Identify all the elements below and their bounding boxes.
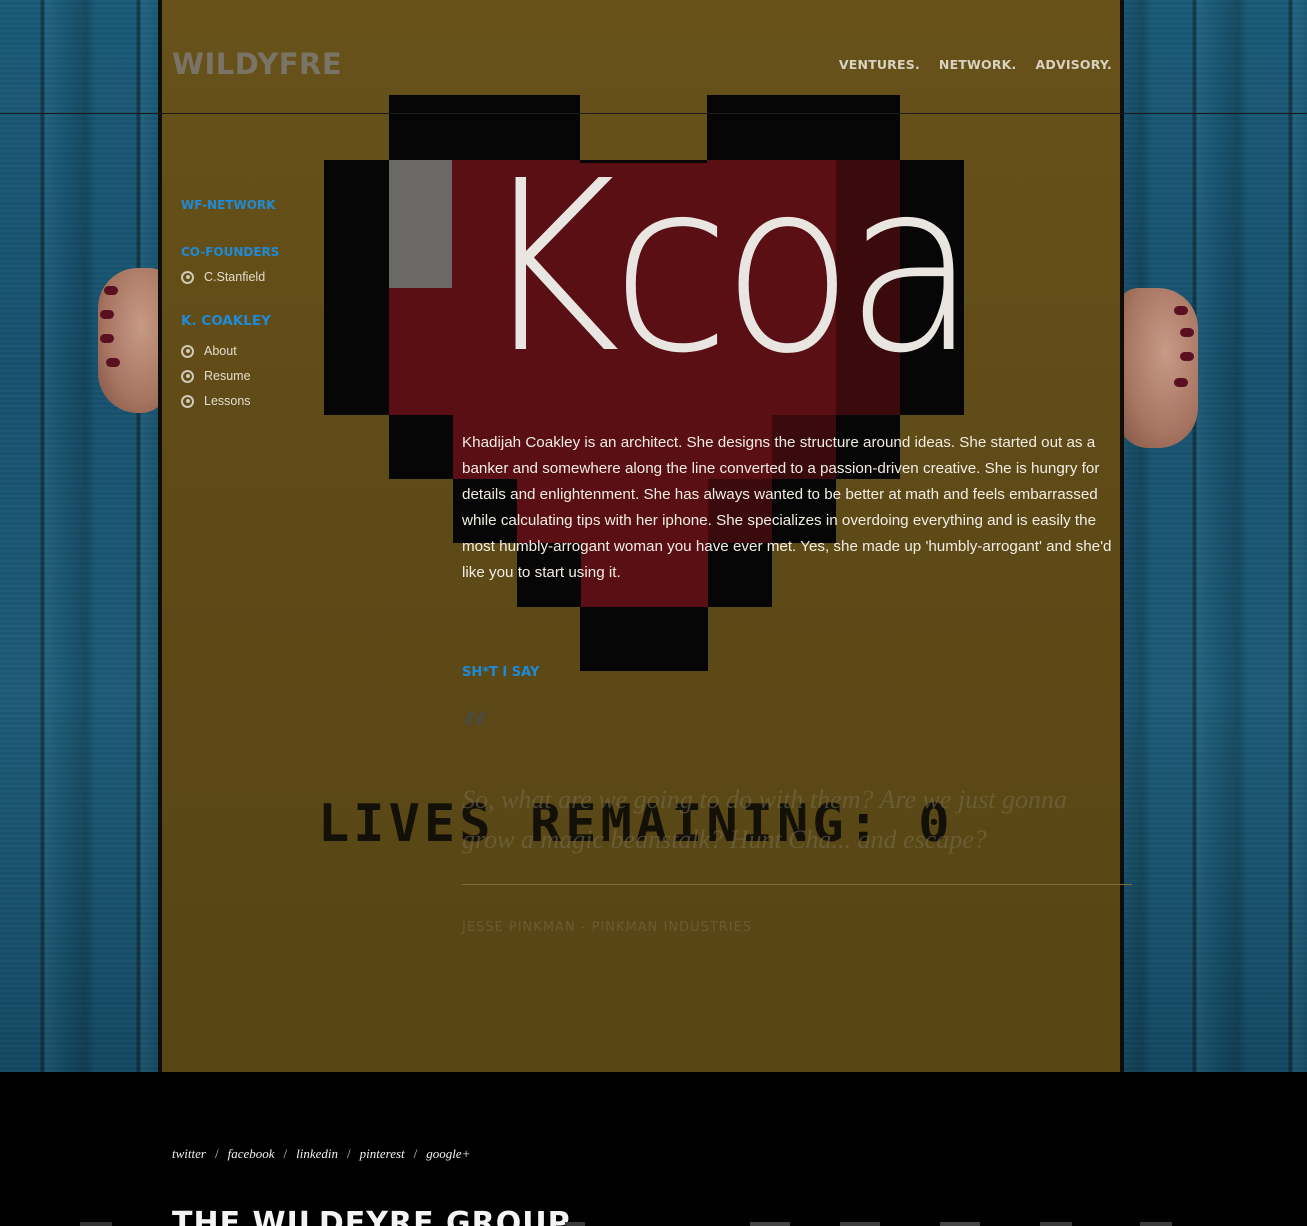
social-link-facebook[interactable]: facebook	[228, 1146, 275, 1162]
radio-ring-icon	[181, 344, 194, 358]
sidebar-item-resume[interactable]: Resume	[181, 369, 381, 383]
social-link-googleplus[interactable]: google+	[426, 1146, 470, 1162]
quote-section-heading: SH*T I SAY	[462, 665, 540, 680]
sidebar-item-label: C.Stanfield	[204, 270, 266, 284]
social-link-pinterest[interactable]: pinterest	[360, 1146, 405, 1162]
thumbnail-strip	[80, 1222, 1172, 1226]
social-link-linkedin[interactable]: linkedin	[296, 1146, 338, 1162]
site-header: WILDYFRE VENTURES. NETWORK. ADVISORY.	[0, 0, 1307, 114]
right-hand	[1118, 288, 1198, 448]
nav-advisory[interactable]: ADVISORY.	[1036, 57, 1112, 72]
quote-mark-icon: “	[461, 700, 490, 759]
sidebar-item-lessons[interactable]: Lessons	[181, 394, 381, 408]
main-nav: VENTURES. NETWORK. ADVISORY.	[839, 57, 1112, 72]
separator: /	[347, 1146, 351, 1161]
social-links: twitter / facebook / linkedin / pinteres…	[172, 1146, 470, 1162]
nav-network[interactable]: NETWORK.	[939, 57, 1017, 72]
profile-name-display: Kcoa	[478, 130, 978, 405]
profile-bio: Khadijah Coakley is an architect. She de…	[462, 434, 1112, 581]
separator: /	[214, 1146, 219, 1161]
separator: /	[413, 1146, 418, 1161]
site-footer: twitter / facebook / linkedin / pinteres…	[0, 1072, 1307, 1226]
sidebar-heading-person[interactable]: K. COAKLEY	[181, 313, 381, 329]
radio-ring-icon	[181, 270, 194, 284]
radio-ring-icon	[181, 369, 194, 383]
site-logo[interactable]: WILDYFRE	[172, 47, 342, 81]
sidebar-heading-network[interactable]: WF-NETWORK	[181, 198, 381, 212]
sidebar-item-cstanfield[interactable]: C.Stanfield	[181, 270, 381, 284]
separator: /	[283, 1146, 288, 1161]
social-link-twitter[interactable]: twitter	[172, 1146, 206, 1162]
sidebar-item-label: About	[204, 344, 237, 358]
sidebar-heading-cofounders[interactable]: CO-FOUNDERS	[181, 245, 381, 259]
nav-ventures[interactable]: VENTURES.	[839, 57, 920, 72]
sidebar-item-label: Lessons	[204, 394, 251, 408]
sidebar-item-about[interactable]: About	[181, 344, 381, 358]
quote-divider	[462, 884, 1132, 885]
sidebar: WF-NETWORK CO-FOUNDERS C.Stanfield K. CO…	[181, 198, 381, 408]
radio-ring-icon	[181, 394, 194, 408]
quote-text: So, what are we going to do with them? A…	[462, 785, 1067, 854]
sidebar-item-label: Resume	[204, 369, 251, 383]
quote-author: JESSE PINKMAN - PINKMAN INDUSTRIES	[462, 920, 753, 935]
